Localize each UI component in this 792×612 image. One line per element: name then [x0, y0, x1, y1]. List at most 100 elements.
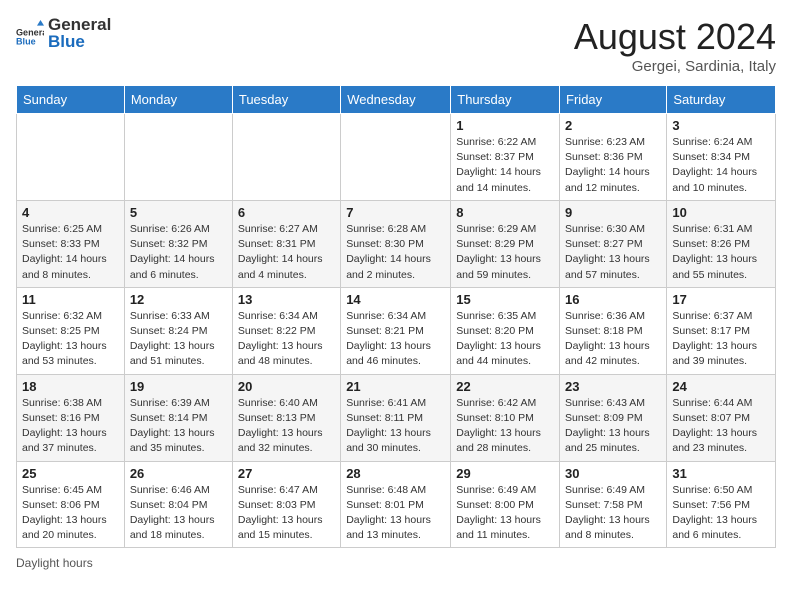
- calendar-cell: 16Sunrise: 6:36 AM Sunset: 8:18 PM Dayli…: [560, 287, 667, 374]
- calendar-day-header: Tuesday: [232, 86, 340, 114]
- day-number: 14: [346, 292, 445, 307]
- day-number: 26: [130, 466, 227, 481]
- calendar-cell: 12Sunrise: 6:33 AM Sunset: 8:24 PM Dayli…: [124, 287, 232, 374]
- day-number: 24: [672, 379, 770, 394]
- calendar-week-row: 18 Sunrise: 6:38 AM Sunset: 8:16 PM Dayli…: [17, 374, 776, 461]
- day-number: 1: [456, 118, 554, 133]
- day-number: 16: [565, 292, 661, 307]
- logo-blue-text: Blue: [48, 33, 111, 52]
- day-info: Sunrise: 6:34 AM Sunset: 8:22 PM Dayligh…: [238, 309, 335, 370]
- day-info: Sunrise: 6:24 AM Sunset: 8:34 PM Dayligh…: [672, 135, 770, 196]
- day-info: Sunrise: 6:42 AM Sunset: 8:10 PM Dayligh…: [456, 396, 554, 457]
- page-header: General Blue General Blue August 2024 Ge…: [16, 16, 776, 75]
- day-number: 5: [130, 205, 227, 220]
- calendar-week-row: 11 Sunrise: 6:32 AM Sunset: 8:25 PM Dayli…: [17, 287, 776, 374]
- day-number: 19: [130, 379, 227, 394]
- day-number: 28: [346, 466, 445, 481]
- calendar-cell: 19 Sunrise: 6:39 AM Sunset: 8:14 PM Dayli…: [124, 374, 232, 461]
- day-info: Sunrise: 6:30 AM Sunset: 8:27 PM Dayligh…: [565, 222, 661, 283]
- title-block: August 2024 Gergei, Sardinia, Italy: [574, 16, 776, 75]
- day-number: 11: [22, 292, 119, 307]
- calendar-day-header: Friday: [560, 86, 667, 114]
- calendar-cell: 30 Sunrise: 6:49 AM Sunset: 7:58 PM Dayli…: [560, 461, 667, 548]
- calendar-header-row: SundayMondayTuesdayWednesdayThursdayFrid…: [17, 86, 776, 114]
- day-number: 2: [565, 118, 661, 133]
- calendar-cell: 10Sunrise: 6:31 AM Sunset: 8:26 PM Dayli…: [667, 200, 776, 287]
- day-info: Sunrise: 6:48 AM Sunset: 8:01 PM Dayligh…: [346, 483, 445, 544]
- daylight-label: Daylight hours: [16, 556, 93, 570]
- calendar-cell: 31 Sunrise: 6:50 AM Sunset: 7:56 PM Dayli…: [667, 461, 776, 548]
- day-info: Sunrise: 6:27 AM Sunset: 8:31 PM Dayligh…: [238, 222, 335, 283]
- day-info: Sunrise: 6:43 AM Sunset: 8:09 PM Dayligh…: [565, 396, 661, 457]
- day-info: Sunrise: 6:28 AM Sunset: 8:30 PM Dayligh…: [346, 222, 445, 283]
- day-number: 9: [565, 205, 661, 220]
- day-info: Sunrise: 6:44 AM Sunset: 8:07 PM Dayligh…: [672, 396, 770, 457]
- day-number: 31: [672, 466, 770, 481]
- calendar-day-header: Thursday: [451, 86, 560, 114]
- day-info: Sunrise: 6:49 AM Sunset: 7:58 PM Dayligh…: [565, 483, 661, 544]
- calendar-cell: 15 Sunrise: 6:35 AM Sunset: 8:20 PM Dayli…: [451, 287, 560, 374]
- day-info: Sunrise: 6:22 AM Sunset: 8:37 PM Dayligh…: [456, 135, 554, 196]
- day-number: 4: [22, 205, 119, 220]
- calendar-cell: 26 Sunrise: 6:46 AM Sunset: 8:04 PM Dayli…: [124, 461, 232, 548]
- calendar-cell: 29 Sunrise: 6:49 AM Sunset: 8:00 PM Dayli…: [451, 461, 560, 548]
- calendar-cell: 14 Sunrise: 6:34 AM Sunset: 8:21 PM Dayli…: [341, 287, 451, 374]
- day-number: 30: [565, 466, 661, 481]
- calendar-week-row: 1 Sunrise: 6:22 AM Sunset: 8:37 PM Daylig…: [17, 114, 776, 201]
- day-info: Sunrise: 6:34 AM Sunset: 8:21 PM Dayligh…: [346, 309, 445, 370]
- day-info: Sunrise: 6:33 AM Sunset: 8:24 PM Dayligh…: [130, 309, 227, 370]
- day-info: Sunrise: 6:50 AM Sunset: 7:56 PM Dayligh…: [672, 483, 770, 544]
- day-info: Sunrise: 6:32 AM Sunset: 8:25 PM Dayligh…: [22, 309, 119, 370]
- calendar-cell: [341, 114, 451, 201]
- day-number: 29: [456, 466, 554, 481]
- day-info: Sunrise: 6:29 AM Sunset: 8:29 PM Dayligh…: [456, 222, 554, 283]
- day-number: 6: [238, 205, 335, 220]
- day-number: 8: [456, 205, 554, 220]
- day-number: 20: [238, 379, 335, 394]
- calendar-cell: 8 Sunrise: 6:29 AM Sunset: 8:29 PM Daylig…: [451, 200, 560, 287]
- day-number: 3: [672, 118, 770, 133]
- calendar-cell: 22Sunrise: 6:42 AM Sunset: 8:10 PM Dayli…: [451, 374, 560, 461]
- day-info: Sunrise: 6:40 AM Sunset: 8:13 PM Dayligh…: [238, 396, 335, 457]
- day-info: Sunrise: 6:46 AM Sunset: 8:04 PM Dayligh…: [130, 483, 227, 544]
- calendar-table: SundayMondayTuesdayWednesdayThursdayFrid…: [16, 85, 776, 548]
- generalblue-logo-icon: General Blue: [16, 20, 44, 48]
- day-info: Sunrise: 6:23 AM Sunset: 8:36 PM Dayligh…: [565, 135, 661, 196]
- day-number: 18: [22, 379, 119, 394]
- day-number: 27: [238, 466, 335, 481]
- calendar-day-header: Sunday: [17, 86, 125, 114]
- calendar-cell: 5 Sunrise: 6:26 AM Sunset: 8:32 PM Daylig…: [124, 200, 232, 287]
- calendar-cell: 4Sunrise: 6:25 AM Sunset: 8:33 PM Daylig…: [17, 200, 125, 287]
- calendar-day-header: Saturday: [667, 86, 776, 114]
- calendar-cell: 25Sunrise: 6:45 AM Sunset: 8:06 PM Dayli…: [17, 461, 125, 548]
- footer-note: Daylight hours: [16, 556, 776, 570]
- calendar-cell: 18 Sunrise: 6:38 AM Sunset: 8:16 PM Dayli…: [17, 374, 125, 461]
- day-number: 13: [238, 292, 335, 307]
- day-info: Sunrise: 6:47 AM Sunset: 8:03 PM Dayligh…: [238, 483, 335, 544]
- day-number: 15: [456, 292, 554, 307]
- day-info: Sunrise: 6:38 AM Sunset: 8:16 PM Dayligh…: [22, 396, 119, 457]
- month-year-title: August 2024: [574, 16, 776, 58]
- day-number: 17: [672, 292, 770, 307]
- day-info: Sunrise: 6:26 AM Sunset: 8:32 PM Dayligh…: [130, 222, 227, 283]
- day-info: Sunrise: 6:35 AM Sunset: 8:20 PM Dayligh…: [456, 309, 554, 370]
- day-info: Sunrise: 6:49 AM Sunset: 8:00 PM Dayligh…: [456, 483, 554, 544]
- calendar-cell: 24 Sunrise: 6:44 AM Sunset: 8:07 PM Dayli…: [667, 374, 776, 461]
- day-info: Sunrise: 6:31 AM Sunset: 8:26 PM Dayligh…: [672, 222, 770, 283]
- day-info: Sunrise: 6:37 AM Sunset: 8:17 PM Dayligh…: [672, 309, 770, 370]
- day-number: 25: [22, 466, 119, 481]
- location-subtitle: Gergei, Sardinia, Italy: [574, 58, 776, 75]
- calendar-cell: 23 Sunrise: 6:43 AM Sunset: 8:09 PM Dayli…: [560, 374, 667, 461]
- calendar-cell: 17 Sunrise: 6:37 AM Sunset: 8:17 PM Dayli…: [667, 287, 776, 374]
- day-info: Sunrise: 6:41 AM Sunset: 8:11 PM Dayligh…: [346, 396, 445, 457]
- calendar-cell: 21 Sunrise: 6:41 AM Sunset: 8:11 PM Dayli…: [341, 374, 451, 461]
- day-number: 21: [346, 379, 445, 394]
- calendar-cell: 1 Sunrise: 6:22 AM Sunset: 8:37 PM Daylig…: [451, 114, 560, 201]
- calendar-cell: [124, 114, 232, 201]
- day-number: 23: [565, 379, 661, 394]
- calendar-cell: 13 Sunrise: 6:34 AM Sunset: 8:22 PM Dayli…: [232, 287, 340, 374]
- calendar-cell: [17, 114, 125, 201]
- calendar-cell: 28 Sunrise: 6:48 AM Sunset: 8:01 PM Dayli…: [341, 461, 451, 548]
- day-info: Sunrise: 6:39 AM Sunset: 8:14 PM Dayligh…: [130, 396, 227, 457]
- logo: General Blue General Blue: [16, 16, 111, 51]
